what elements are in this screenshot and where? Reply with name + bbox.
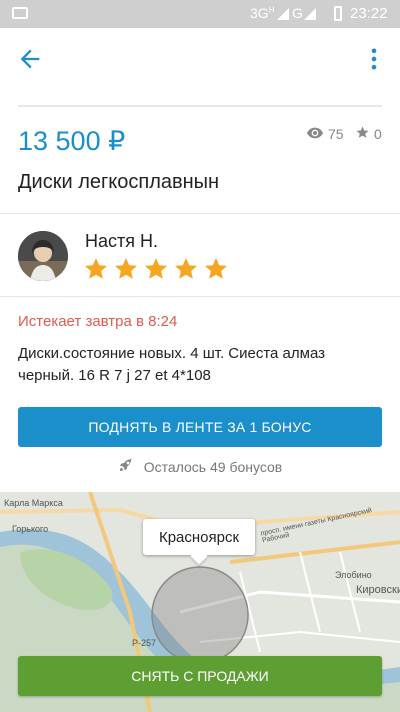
expiry-notice: Истекает завтра в 8:24 — [18, 313, 178, 330]
seller-rating — [84, 257, 228, 281]
divider — [18, 105, 382, 107]
price: 13 500 ₽ — [18, 126, 126, 156]
star-icon — [356, 126, 369, 142]
image-notification-icon — [12, 7, 28, 19]
bonus-remaining-text: Осталось 49 бонусов — [143, 458, 283, 475]
network-indicator: 3GH — [250, 5, 275, 21]
map-label: Горького — [12, 524, 49, 534]
more-vert-icon[interactable] — [360, 45, 388, 73]
views-counter: 75 — [307, 126, 344, 142]
star-icon — [85, 258, 107, 279]
listing-description: Диски.состояние новых. 4 шт. Сиеста алма… — [18, 345, 326, 384]
eye-icon — [307, 126, 323, 142]
app-bar — [0, 28, 400, 90]
seller-name[interactable]: Настя Н. — [85, 231, 158, 252]
star-icon — [145, 258, 167, 279]
star-icon — [205, 258, 227, 279]
bonus-remaining: Осталось 49 бонусов — [0, 457, 400, 476]
signal-icon-2 — [304, 8, 316, 20]
star-icon — [175, 258, 197, 279]
divider — [0, 296, 400, 297]
remove-from-sale-button[interactable]: СНЯТЬ С ПРОДАЖИ — [18, 656, 382, 696]
divider — [0, 213, 400, 214]
map-label: Р-257 — [132, 638, 157, 648]
signal-icon — [277, 8, 289, 20]
status-bar: 3GH G 23:22 — [0, 0, 400, 28]
arrow-left-icon[interactable] — [16, 45, 44, 73]
views-count: 75 — [328, 126, 344, 142]
listing-title: Диски легкосплавнын — [18, 171, 220, 193]
clock: 23:22 — [350, 5, 388, 22]
star-icon — [115, 258, 137, 279]
rocket-icon — [118, 457, 134, 476]
network-indicator-2: G — [292, 5, 303, 21]
battery-icon — [334, 6, 342, 21]
map-label: Кировский — [356, 584, 400, 596]
raise-in-feed-button[interactable]: ПОДНЯТЬ В ЛЕНТЕ ЗА 1 БОНУС — [18, 407, 382, 447]
avatar[interactable] — [18, 231, 68, 281]
favorites-counter: 0 — [356, 126, 382, 142]
map-label: Карла Маркса — [4, 498, 63, 508]
favorites-count: 0 — [374, 126, 382, 142]
map-label: Элобино — [335, 570, 372, 580]
map-city-tooltip: Красноярск — [143, 519, 255, 555]
